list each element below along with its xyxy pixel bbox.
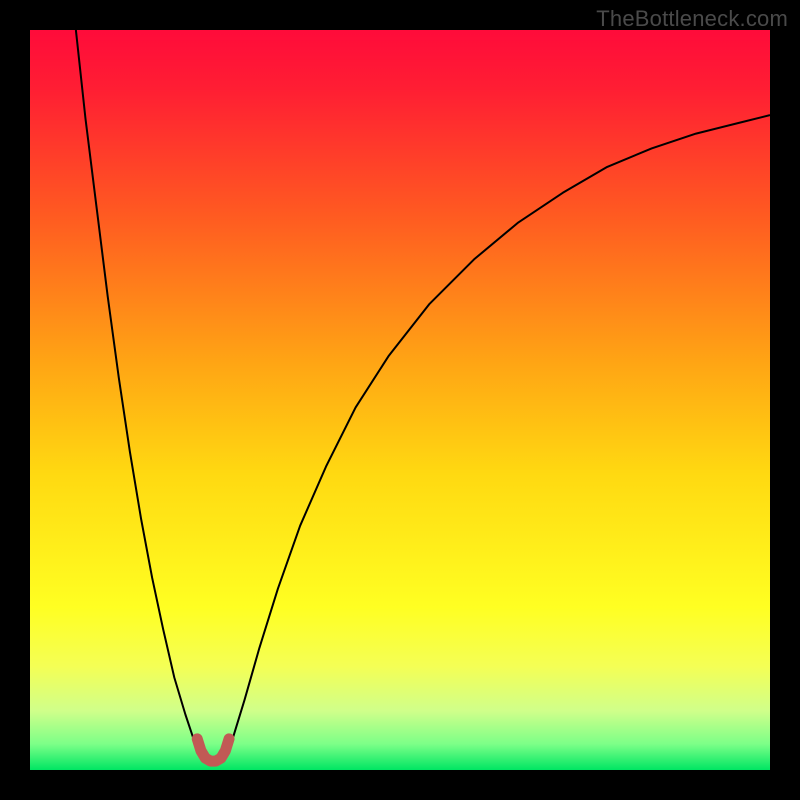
plot-area [30,30,770,770]
chart-frame: TheBottleneck.com [0,0,800,800]
watermark-text: TheBottleneck.com [596,6,788,32]
gradient-background [30,30,770,770]
chart-svg [30,30,770,770]
